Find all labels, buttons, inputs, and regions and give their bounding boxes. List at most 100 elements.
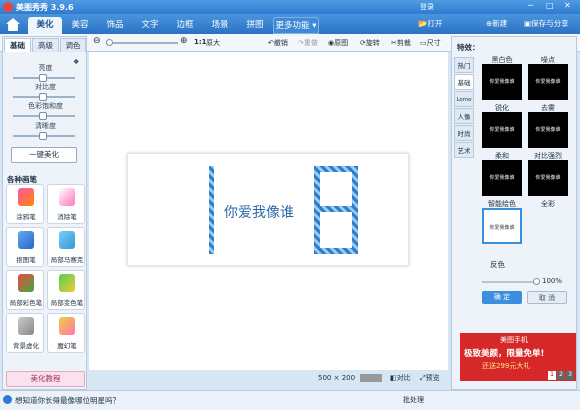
effect-dehaze[interactable]: 去雾 你爱我像谁 [528, 103, 568, 148]
effect-soft[interactable]: 柔和 你爱我像谁 [482, 151, 522, 196]
batch-process-button[interactable]: 批处理 [403, 395, 424, 405]
tab-beautify[interactable]: 美化 [28, 17, 62, 34]
bg-blur-brush[interactable]: 背景虚化 [6, 313, 44, 353]
resize-label: 尺寸 [426, 39, 441, 47]
eraser-brush[interactable]: 消除笔 [47, 184, 85, 224]
original-image-button[interactable]: ◉原图 [328, 38, 348, 48]
contrast-knob[interactable] [39, 93, 47, 101]
saturation-slider[interactable] [13, 112, 75, 120]
login-link[interactable]: 登录 [420, 2, 434, 12]
tab-text[interactable]: 文字 [133, 17, 167, 34]
rotate-label: 旋转 [365, 39, 380, 47]
bg-blur-brush-label: 背景虚化 [13, 342, 39, 350]
zoom-slider[interactable] [106, 39, 178, 46]
resize-button[interactable]: ▭尺寸 [420, 38, 441, 48]
effect-sharpen[interactable]: 锐化 你爱我像谁 [482, 103, 522, 148]
mosaic-brush[interactable]: 局部马赛克 [47, 227, 85, 267]
tab-collage[interactable]: 拼图 [238, 17, 272, 34]
tab-basic[interactable]: 基础 [4, 38, 31, 52]
tab-scene[interactable]: 场景 [203, 17, 237, 34]
home-icon[interactable] [6, 18, 20, 31]
compare-label: 对比 [396, 374, 411, 382]
sharpness-knob[interactable] [39, 132, 47, 140]
canvas-area[interactable]: 你爱我像谁 [89, 52, 448, 370]
close-button[interactable]: ✕ [564, 1, 571, 10]
ad-banner[interactable]: 美图手机 极致美颜，限量免单! 还送299元大礼 1 2 3 [460, 333, 576, 381]
auto-beautify-button[interactable]: 一键美化 [11, 147, 77, 163]
effect-full-color[interactable]: 全彩 [528, 199, 568, 243]
effect-smart-color[interactable]: 智能绘色 你爱我像谁 [482, 199, 522, 244]
ad-page-3[interactable]: 3 [566, 371, 574, 380]
more-features-button[interactable]: 更多功能 ▾ [273, 17, 319, 34]
tab-border[interactable]: 边框 [168, 17, 202, 34]
original-size-button[interactable]: 原大 [206, 38, 220, 48]
selected-effect-name: 反色 [490, 260, 505, 269]
zoom-in-icon[interactable]: ⊕ [180, 36, 188, 46]
brightness-knob[interactable] [39, 74, 47, 82]
rotate-button[interactable]: ⟳旋转 [360, 38, 380, 48]
ad-page-1[interactable]: 1 [548, 371, 556, 380]
zoom-ratio[interactable]: 1:1 [194, 38, 207, 46]
crop-label: 剪裁 [396, 39, 411, 47]
contrast-label: 对比度 [35, 83, 56, 91]
cat-basic[interactable]: 基础 [454, 74, 474, 90]
tab-accessories[interactable]: 饰品 [98, 17, 132, 34]
tutorial-button[interactable]: 美化教程 [6, 371, 85, 387]
preview-button[interactable]: ⤢预览 [420, 373, 440, 383]
local-color-brush[interactable]: 局部彩色笔 [6, 270, 44, 310]
effect-bw[interactable]: 黑白色 你爱我像谁 [482, 55, 522, 100]
confirm-button[interactable]: 确 定 [482, 291, 522, 304]
undo-button[interactable]: ↶撤销 [268, 38, 288, 48]
cutout-brush[interactable]: 抠图笔 [6, 227, 44, 267]
open-button[interactable]: 📂打开 [418, 18, 442, 29]
cutout-icon [18, 231, 34, 249]
redo-label: 重做 [303, 39, 318, 47]
zoom-out-icon[interactable]: ⊖ [93, 36, 101, 46]
more-label: 更多功能 [275, 21, 310, 31]
bg-blur-icon [18, 317, 34, 335]
effect-contrast[interactable]: 对比强烈 你爱我像谁 [528, 151, 568, 196]
zoom-slider-knob[interactable] [106, 39, 113, 46]
opacity-knob[interactable] [533, 278, 540, 285]
maximize-button[interactable]: □ [546, 1, 554, 10]
tab-advanced[interactable]: 高级 [32, 38, 59, 52]
magic-brush[interactable]: 魔幻笔 [47, 313, 85, 353]
exif-badge [360, 374, 382, 382]
original-image-label: 原图 [334, 39, 349, 47]
opacity-slider[interactable] [482, 278, 540, 285]
cutout-brush-label: 抠图笔 [16, 256, 36, 264]
cat-fashion[interactable]: 时尚 [454, 125, 474, 141]
saturation-label: 色彩饱和度 [28, 102, 63, 110]
left-panel: 基础 高级 调色 ❖ 亮度 对比度 色彩饱和度 清晰度 一键美化 各种画笔 涂鸦… [2, 36, 87, 390]
magic-brush-label: 魔幻笔 [57, 342, 77, 350]
minimize-button[interactable]: ─ [528, 1, 533, 10]
saturation-knob[interactable] [39, 112, 47, 120]
image-height: 200 [341, 374, 356, 382]
redo-button[interactable]: ↷重做 [298, 38, 318, 48]
ad-page-2[interactable]: 2 [557, 371, 565, 380]
tab-color[interactable]: 调色 [60, 38, 86, 52]
doodle-brush-icon [18, 188, 34, 206]
tab-beauty[interactable]: 美容 [63, 17, 97, 34]
cancel-button[interactable]: 取 消 [527, 291, 567, 304]
save-share-button[interactable]: ▣保存与分享 [524, 18, 569, 29]
cat-portrait[interactable]: 人像 [454, 108, 474, 124]
crop-button[interactable]: ✂剪裁 [391, 38, 411, 48]
folder-icon: 📂 [418, 19, 428, 28]
cat-art[interactable]: 艺术 [454, 142, 474, 158]
photo-image[interactable]: 你爱我像谁 [127, 153, 409, 266]
recolor-brush[interactable]: 局部变色笔 [47, 270, 85, 310]
new-button[interactable]: ⊕新建 [486, 18, 507, 29]
cat-hot[interactable]: 热门 [454, 57, 474, 73]
size-separator: × [333, 374, 340, 382]
status-tip-link[interactable]: 想知道你长得最像哪位明星吗？ [15, 395, 120, 406]
compare-button[interactable]: ◧对比 [390, 373, 411, 383]
brightness-slider[interactable] [13, 74, 75, 82]
effect-noise[interactable]: 噪点 你爱我像谁 [528, 55, 568, 100]
cat-lomo[interactable]: Lomo [454, 91, 474, 107]
doodle-brush[interactable]: 涂鸦笔 [6, 184, 44, 224]
contrast-slider[interactable] [13, 93, 75, 101]
menu-bar: 美化 美容 饰品 文字 边框 场景 拼图 更多功能 ▾ 📂打开 ⊕新建 ▣保存与… [0, 14, 580, 34]
brightness-label: 亮度 [38, 64, 53, 72]
sharpness-slider[interactable] [13, 132, 75, 140]
